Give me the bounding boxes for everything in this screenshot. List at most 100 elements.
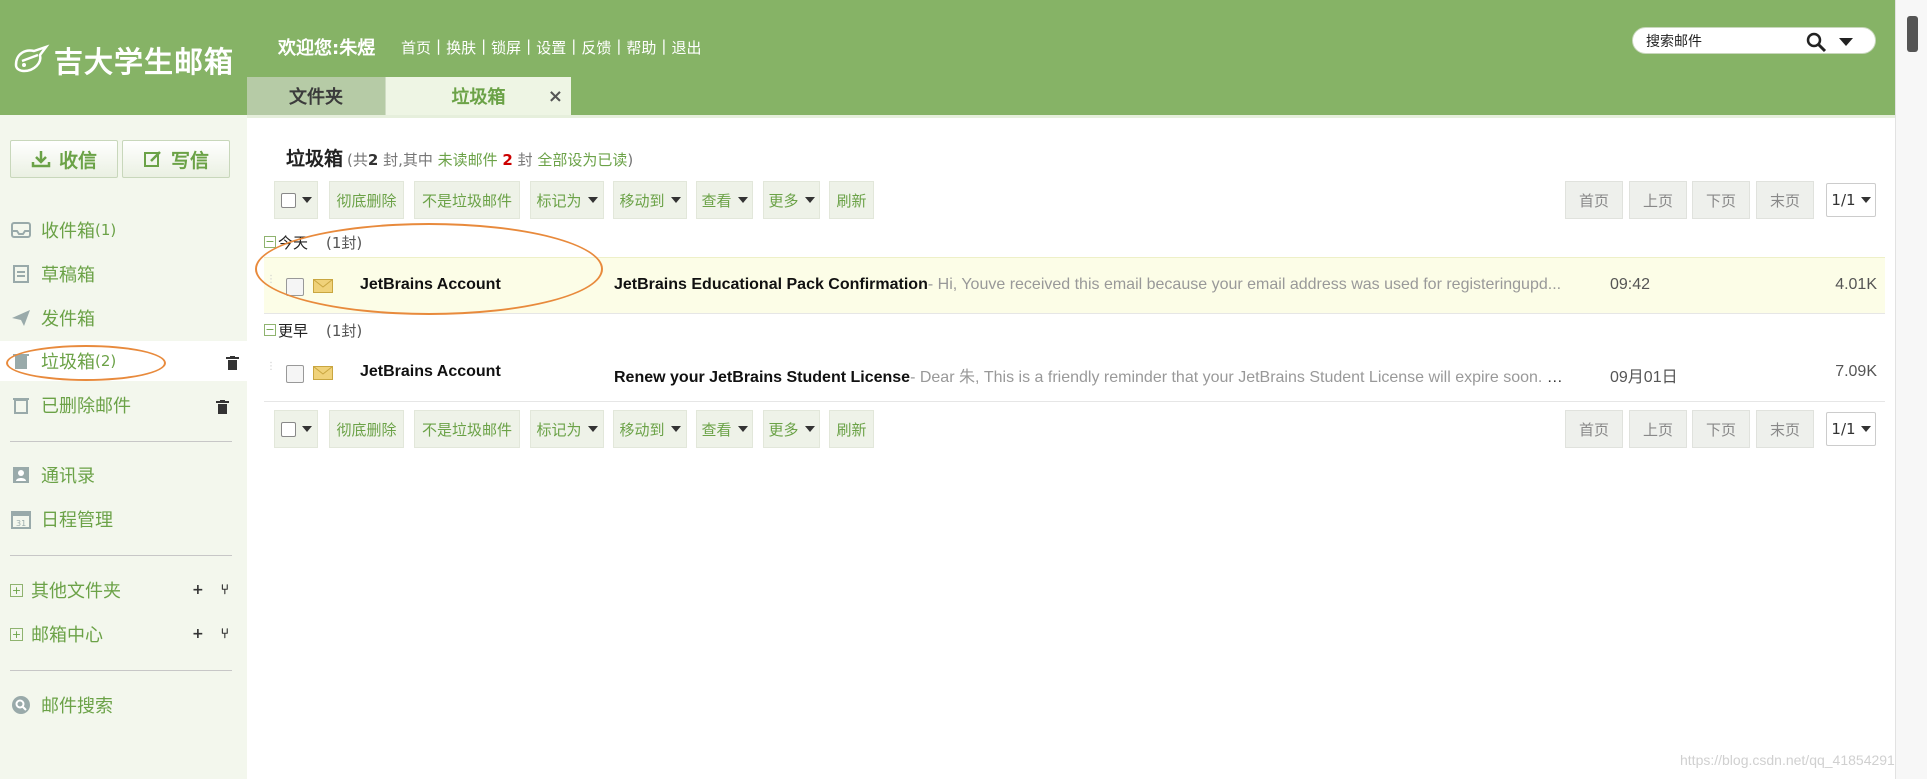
close-tab-icon[interactable]: × [548, 86, 563, 107]
trash-icon [10, 394, 32, 416]
delete-permanently-button[interactable]: 彻底删除 [329, 181, 404, 219]
mark-as-dropdown[interactable]: 标记为 [530, 410, 604, 448]
mail-sender: JetBrains Account [360, 276, 501, 293]
mail-row[interactable]: ⋮ JetBrains Account Renew your JetBrains… [264, 345, 1885, 402]
empty-junk-icon[interactable] [226, 354, 239, 370]
compose-mail-label: 写信 [170, 149, 209, 172]
view-dropdown[interactable]: 查看 [696, 410, 753, 448]
nav-help-link[interactable]: 帮助 [626, 37, 656, 58]
compose-mail-button[interactable]: 写信 [122, 140, 230, 178]
chevron-down-icon [1860, 426, 1871, 432]
mark-as-dropdown[interactable]: 标记为 [530, 181, 604, 219]
sidebar-group-mail-center[interactable]: + 邮箱中心 + ⑂ [10, 616, 237, 652]
last-page-button[interactable]: 末页 [1756, 181, 1814, 219]
window-scrollbar[interactable] [1895, 0, 1927, 779]
refresh-button[interactable]: 刷新 [829, 181, 874, 219]
chevron-down-icon [301, 197, 312, 203]
more-dropdown[interactable]: 更多 [763, 410, 820, 448]
expand-icon[interactable]: + [10, 583, 23, 597]
drag-handle-icon[interactable]: ⋮ [266, 362, 276, 381]
nav-separator: | [481, 37, 487, 55]
sidebar-group-other-folders[interactable]: + 其他文件夹 + ⑂ [10, 572, 237, 608]
unread-envelope-icon [313, 366, 333, 380]
refresh-button[interactable]: 刷新 [829, 410, 874, 448]
first-page-button[interactable]: 首页 [1565, 181, 1623, 219]
select-all-dropdown[interactable] [274, 410, 318, 448]
nav-skin-link[interactable]: 换肤 [446, 37, 476, 58]
prev-page-button[interactable]: 上页 [1629, 181, 1687, 219]
sidebar-item-sent[interactable]: 发件箱 [10, 298, 237, 338]
sidebar-divider [10, 441, 232, 442]
first-page-button[interactable]: 首页 [1565, 410, 1623, 448]
collapse-icon[interactable]: − [264, 236, 276, 248]
view-dropdown[interactable]: 查看 [696, 181, 753, 219]
chevron-down-icon [587, 197, 598, 203]
more-dropdown[interactable]: 更多 [763, 181, 820, 219]
search-icon[interactable] [1805, 31, 1827, 53]
folder-actions-icon[interactable]: + ⑂ [192, 626, 235, 642]
tab-folders[interactable]: 文件夹 [247, 77, 385, 115]
inbox-icon [10, 219, 32, 241]
collapse-icon[interactable]: − [264, 324, 276, 336]
not-spam-button[interactable]: 不是垃圾邮件 [414, 410, 520, 448]
folder-actions-icon[interactable]: + ⑂ [192, 582, 235, 598]
mark-all-read-link[interactable]: 全部设为已读 [537, 151, 627, 169]
logo[interactable]: 吉大学生邮箱 [12, 40, 234, 80]
mail-checkbox[interactable] [286, 365, 304, 383]
welcome-text: 欢迎您:朱煜 [278, 38, 376, 59]
move-to-dropdown[interactable]: 移动到 [613, 181, 687, 219]
last-page-button[interactable]: 末页 [1756, 410, 1814, 448]
mail-search-input[interactable] [1646, 31, 1796, 51]
search-options-dropdown-icon[interactable] [1839, 38, 1853, 46]
page-select[interactable]: 1/1 [1826, 412, 1876, 446]
next-page-button[interactable]: 下页 [1692, 410, 1750, 448]
sidebar-item-deleted[interactable]: 已删除邮件 [10, 385, 237, 425]
page-select[interactable]: 1/1 [1826, 183, 1876, 217]
expand-icon[interactable]: + [10, 627, 23, 641]
nav-separator: | [526, 37, 532, 55]
logo-emblem-icon [12, 43, 50, 77]
contacts-icon [10, 464, 32, 486]
not-spam-button[interactable]: 不是垃圾邮件 [414, 181, 520, 219]
nav-lock-link[interactable]: 锁屏 [491, 37, 521, 58]
nav-logout-link[interactable]: 退出 [671, 37, 701, 58]
prev-page-button[interactable]: 上页 [1629, 410, 1687, 448]
sidebar-group-label: 其他文件夹 [31, 581, 121, 602]
move-to-dropdown[interactable]: 移动到 [613, 410, 687, 448]
tab-junk[interactable]: 垃圾箱 × [385, 77, 571, 115]
page-select-value: 1/1 [1831, 191, 1856, 209]
move-to-label: 移动到 [619, 420, 665, 439]
nav-feedback-link[interactable]: 反馈 [581, 37, 611, 58]
sidebar-item-junk[interactable]: 垃圾箱 (2) [0, 341, 247, 381]
delete-permanently-button[interactable]: 彻底删除 [329, 410, 404, 448]
next-page-button[interactable]: 下页 [1692, 181, 1750, 219]
sidebar-item-drafts[interactable]: 草稿箱 [10, 254, 237, 294]
mail-sender: JetBrains Account [360, 363, 501, 380]
draft-icon [10, 263, 32, 285]
sidebar-item-label: 草稿箱 [41, 265, 95, 286]
unread-link[interactable]: 未读邮件 [438, 151, 498, 169]
select-all-dropdown[interactable] [274, 181, 318, 219]
sidebar-item-calendar[interactable]: 31 日程管理 [10, 499, 237, 539]
mail-checkbox[interactable] [286, 278, 304, 296]
mail-subject-text: JetBrains Educational Pack Confirmation [614, 276, 928, 293]
sidebar-divider [10, 555, 232, 556]
receive-mail-button[interactable]: 收信 [10, 140, 118, 178]
more-label: 更多 [768, 420, 799, 439]
drag-handle-icon[interactable]: ⋮ [266, 275, 276, 294]
folder-summary: (共2 封,其中 未读邮件 2 封 全部设为已读) [347, 149, 633, 170]
empty-deleted-icon[interactable] [216, 398, 229, 414]
scrollbar-thumb[interactable] [1907, 16, 1918, 52]
select-all-checkbox[interactable] [280, 421, 296, 437]
mail-row[interactable]: ⋮ JetBrains Account JetBrains Educationa… [264, 257, 1885, 314]
sidebar-item-mail-search[interactable]: 邮件搜索 [10, 685, 237, 725]
select-all-checkbox[interactable] [280, 192, 296, 208]
sidebar-item-inbox[interactable]: 收件箱 (1) [10, 210, 237, 250]
calendar-icon: 31 [10, 508, 32, 530]
sidebar-item-contacts[interactable]: 通讯录 [10, 455, 237, 495]
chevron-down-icon [1860, 197, 1871, 203]
more-label: 更多 [768, 191, 799, 210]
nav-settings-link[interactable]: 设置 [536, 37, 566, 58]
nav-home-link[interactable]: 首页 [401, 37, 431, 58]
sidebar-item-label: 垃圾箱 [41, 352, 95, 373]
